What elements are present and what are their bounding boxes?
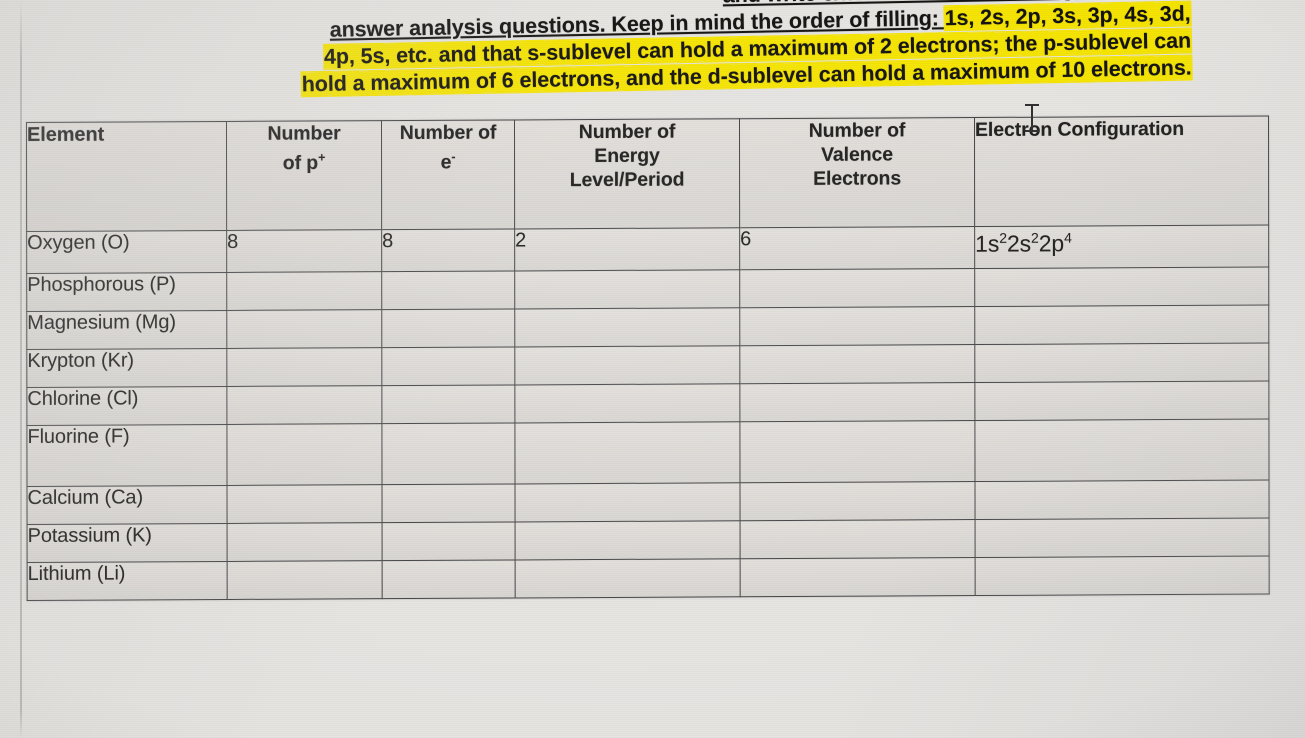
cell-energy-levels[interactable] <box>514 383 740 423</box>
cell-electrons[interactable] <box>381 270 515 310</box>
worksheet-table: Element Number of p+ Number of e- Number… <box>26 115 1270 602</box>
electrons-header-superscript: - <box>451 149 456 164</box>
cell-valence[interactable] <box>739 382 975 422</box>
column-header-electron-configuration: Electron Configuration <box>974 115 1269 227</box>
table-header-row: Element Number of p+ Number of e- Number… <box>26 115 1269 232</box>
cell-electrons[interactable] <box>381 346 515 386</box>
cell-energy-levels[interactable] <box>514 269 740 309</box>
config-exponent: 2 <box>1031 229 1039 246</box>
cell-element: Calcium (Ca) <box>27 485 228 525</box>
valence-header-line3: Electrons <box>813 167 902 190</box>
cell-energy-levels[interactable] <box>515 558 741 598</box>
cell-valence[interactable] <box>739 268 975 308</box>
table-row: Calcium (Ca) <box>27 479 1270 525</box>
protons-header-line2: of p <box>282 151 319 175</box>
energy-header-line3: Level/Period <box>569 168 685 192</box>
cell-protons[interactable] <box>227 522 383 562</box>
cell-protons[interactable] <box>227 560 383 600</box>
cell-protons[interactable]: 8 <box>226 229 382 273</box>
column-header-element: Element <box>26 121 227 232</box>
valence-header-line1: Number of <box>808 119 906 142</box>
energy-header-line1: Number of <box>578 120 676 144</box>
cell-electron-configuration[interactable] <box>974 479 1270 520</box>
cell-electrons[interactable] <box>381 384 515 424</box>
page-margin-rule <box>20 0 22 738</box>
cell-energy-levels[interactable] <box>514 421 740 484</box>
config-orbital: 2s <box>1006 230 1032 257</box>
column-header-element-label: Element <box>27 123 105 146</box>
cell-electrons[interactable]: 8 <box>381 228 515 272</box>
cell-element: Oxygen (O) <box>26 230 227 274</box>
cell-energy-levels[interactable] <box>515 482 741 522</box>
instruction-line-2-highlight: 1s, 2s, 2p, 3s, 3p, 4s, 3d, <box>944 1 1191 31</box>
cell-protons[interactable] <box>226 309 382 349</box>
config-exponent: 2 <box>999 229 1007 246</box>
cell-electron-configuration[interactable]: 1s22s22p4 <box>974 224 1269 269</box>
cell-element: Phosphorous (P) <box>26 272 227 312</box>
config-exponent: 4 <box>1064 229 1072 246</box>
cell-protons[interactable] <box>226 347 382 387</box>
column-header-electrons: Number of e- <box>381 119 515 230</box>
column-header-protons: Number of p+ <box>226 120 382 231</box>
protons-header-superscript: + <box>318 150 326 165</box>
column-header-energy-level: Number of Energy Level/Period <box>514 118 740 229</box>
cell-valence[interactable] <box>740 519 976 559</box>
cell-electrons[interactable] <box>382 559 516 599</box>
config-orbital: 2p <box>1038 230 1065 257</box>
cell-element: Krypton (Kr) <box>26 348 227 388</box>
cell-electron-configuration[interactable] <box>974 380 1269 421</box>
electrons-header-line1: Number of <box>399 121 497 145</box>
cell-electrons[interactable] <box>381 308 515 348</box>
cell-electron-configuration[interactable] <box>974 304 1269 345</box>
cell-electron-configuration[interactable] <box>974 266 1269 307</box>
cell-electron-configuration[interactable] <box>975 517 1270 558</box>
cell-protons[interactable] <box>227 484 383 524</box>
config-header-label: Electron Configuration <box>974 117 1185 142</box>
cell-element: Magnesium (Mg) <box>26 310 227 350</box>
electron-configuration-worksheet: Element Number of p+ Number of e- Number… <box>26 115 1270 602</box>
table-row: Phosphorous (P) <box>26 266 1269 312</box>
column-header-valence-electrons: Number of Valence Electrons <box>739 117 975 228</box>
table-row: Chlorine (Cl) <box>26 380 1269 426</box>
cell-valence[interactable] <box>739 481 976 521</box>
cell-valence[interactable] <box>739 420 975 483</box>
table-row: Magnesium (Mg) <box>26 304 1269 350</box>
config-orbital: 1s <box>975 230 1000 257</box>
cell-valence[interactable]: 6 <box>739 226 975 270</box>
cell-element: Potassium (K) <box>27 523 228 563</box>
cell-electron-configuration[interactable] <box>975 555 1270 596</box>
cell-protons[interactable] <box>226 385 382 425</box>
cell-protons[interactable] <box>226 423 383 486</box>
cell-electron-configuration[interactable] <box>974 342 1269 383</box>
electrons-header-line2: e <box>440 151 452 174</box>
cell-element: Lithium (Li) <box>27 561 228 601</box>
cell-energy-levels[interactable] <box>514 307 740 347</box>
cell-valence[interactable] <box>739 306 975 346</box>
instructions-paragraph: and write extended electron configuratio… <box>0 0 1192 104</box>
cell-element: Fluorine (F) <box>26 424 228 487</box>
table-row: Lithium (Li) <box>27 555 1270 601</box>
cell-protons[interactable] <box>226 271 382 311</box>
cell-valence[interactable] <box>739 344 975 384</box>
energy-header-line2: Energy <box>594 144 660 168</box>
table-row: Fluorine (F) <box>26 418 1269 487</box>
cell-electrons[interactable] <box>381 422 516 485</box>
cell-electrons[interactable] <box>382 483 516 523</box>
cell-valence[interactable] <box>740 557 976 597</box>
cell-electrons[interactable] <box>382 521 516 561</box>
table-row: Krypton (Kr) <box>26 342 1269 388</box>
table-body: Oxygen (O) 8 8 2 6 1s22s22p4 Phosphorous (P) Ma… <box>26 224 1270 601</box>
valence-header-line2: Valence <box>821 143 894 166</box>
cell-element: Chlorine (Cl) <box>26 386 227 426</box>
cell-energy-levels[interactable]: 2 <box>514 227 740 271</box>
cell-electron-configuration[interactable] <box>974 418 1269 482</box>
cell-energy-levels[interactable] <box>514 345 740 385</box>
protons-header-line1: Number <box>267 122 341 145</box>
table-row: Oxygen (O) 8 8 2 6 1s22s22p4 <box>26 224 1269 274</box>
cell-energy-levels[interactable] <box>515 520 741 560</box>
text-cursor-ibeam <box>1024 103 1040 133</box>
table-row: Potassium (K) <box>27 517 1270 563</box>
table-header: Element Number of p+ Number of e- Number… <box>26 115 1269 232</box>
